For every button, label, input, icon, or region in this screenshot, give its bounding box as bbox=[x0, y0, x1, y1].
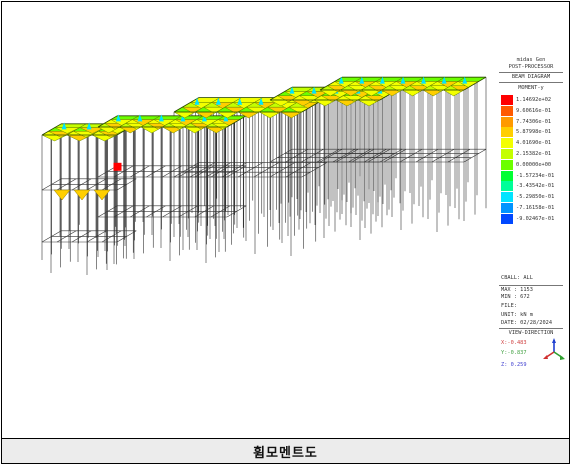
legend-swatch bbox=[501, 127, 513, 138]
min-label: MIN : 672 bbox=[501, 294, 530, 300]
legend-swatch bbox=[501, 170, 513, 181]
unit-label: UNIT: kN m bbox=[501, 312, 533, 318]
legend-value: 2.15382e-01 bbox=[516, 151, 552, 157]
legend-value: -7.16158e-01 bbox=[516, 205, 555, 211]
legend-row: 9.60616e-01 bbox=[501, 105, 552, 116]
legend-row: -1.57234e-01 bbox=[501, 170, 555, 181]
figure-caption: 휨모멘트도 bbox=[253, 445, 318, 461]
legend-swatch bbox=[501, 192, 513, 203]
legend-row: 7.74306e-01 bbox=[501, 116, 552, 127]
legend-row: 5.87998e-01 bbox=[501, 127, 552, 138]
legend-value: -1.57234e-01 bbox=[516, 172, 555, 179]
legend-swatch bbox=[501, 181, 513, 192]
axis-triad-icon bbox=[543, 338, 565, 360]
legend-mode: POST-PROCESSOR bbox=[508, 64, 554, 70]
legend-swatch bbox=[501, 116, 513, 127]
legend-row: -3.43542e-01 bbox=[501, 181, 555, 192]
legend-value: -5.29850e-01 bbox=[516, 194, 555, 201]
legend-swatch bbox=[501, 203, 513, 213]
legend-swatch bbox=[501, 149, 513, 159]
legend-value: -3.43542e-01 bbox=[516, 183, 555, 190]
load-case-label: CBALL: ALL bbox=[501, 275, 533, 281]
caption-bar: 휨모멘트도 bbox=[2, 438, 569, 463]
legend-value: -9.02467e-01 bbox=[516, 215, 555, 222]
legend-value: 5.87998e-01 bbox=[516, 129, 552, 136]
legend-software: midas Gen bbox=[516, 57, 546, 63]
legend-value: 0.00000e+00 bbox=[516, 161, 552, 168]
legend-swatch bbox=[501, 138, 513, 149]
file-label: FILE: bbox=[501, 303, 517, 309]
model-viewport[interactable]: midas Gen POST-PROCESSOR BEAM DIAGRAM MO… bbox=[2, 2, 569, 438]
view-direction-title: VIEW-DIRECTION bbox=[508, 330, 554, 336]
date-label: DATE: 02/28/2024 bbox=[501, 320, 553, 326]
legend-diagram: BEAM DIAGRAM bbox=[511, 74, 551, 80]
legend-row: 2.15382e-01 bbox=[501, 149, 551, 159]
legend-value: 1.14692e+02 bbox=[516, 97, 552, 103]
legend-value: 9.60616e-01 bbox=[516, 107, 552, 114]
legend-row: -5.29850e-01 bbox=[501, 192, 555, 203]
structure-model bbox=[41, 76, 487, 275]
result-legend: midas Gen POST-PROCESSOR BEAM DIAGRAM MO… bbox=[499, 57, 563, 377]
legend-swatch bbox=[501, 213, 513, 224]
legend-row: 0.00000e+00 bbox=[501, 159, 552, 170]
legend-row: 1.14692e+02 bbox=[501, 95, 551, 105]
legend-value: 7.74306e-01 bbox=[516, 118, 552, 125]
legend-value: 4.01690e-01 bbox=[516, 140, 552, 147]
max-label: MAX : 1153 bbox=[501, 287, 533, 293]
view-y: Y:-0.837 bbox=[501, 350, 527, 356]
legend-row: -7.16158e-01 bbox=[501, 203, 554, 213]
view-x: X:-0.483 bbox=[501, 340, 527, 346]
view-z: Z: 0.259 bbox=[501, 362, 527, 368]
legend-row: 4.01690e-01 bbox=[501, 138, 552, 149]
legend-swatch bbox=[501, 159, 513, 170]
legend-component: MOMENT-y bbox=[518, 85, 544, 91]
legend-swatch bbox=[501, 95, 513, 105]
legend-row: -9.02467e-01 bbox=[501, 213, 555, 224]
legend-swatch bbox=[501, 105, 513, 116]
